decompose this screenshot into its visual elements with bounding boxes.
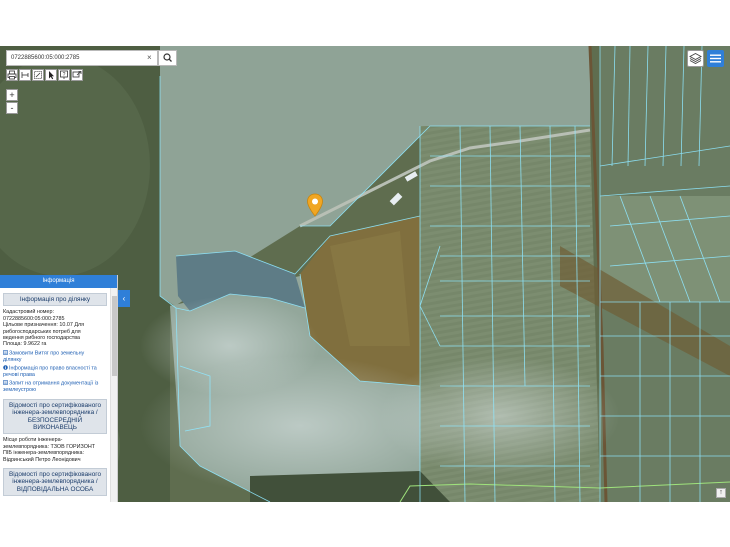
svg-text:?: ?	[63, 72, 66, 78]
ownership-info-line-1: Інформація про право власності та	[9, 365, 97, 372]
order-extract-line-2: ділянку	[3, 356, 22, 363]
search-button[interactable]	[158, 50, 177, 66]
section-engineer-executor: Відомості про сертифікованого інженера-з…	[3, 398, 107, 435]
ownership-info-link[interactable]: Інформація про право власності та речові …	[3, 365, 107, 378]
documentation-request-line-1: Запит на отримання документації із	[9, 380, 99, 387]
document-icon	[3, 350, 8, 355]
search-icon	[163, 53, 172, 62]
location-marker-icon[interactable]	[306, 193, 324, 217]
info-button[interactable]: ?	[58, 69, 70, 81]
measure-icon	[21, 72, 29, 78]
search-value: 0722885600:05:000:2785	[11, 55, 80, 61]
section2-line-1: Відомості про сертифікованого	[8, 401, 102, 409]
pointer-icon	[49, 71, 54, 80]
document-icon	[3, 380, 8, 386]
select-area-icon	[34, 71, 42, 79]
section-parcel-info: Інформація про ділянку	[3, 293, 107, 307]
select-area-button[interactable]	[32, 69, 44, 81]
menu-button[interactable]	[707, 50, 724, 67]
section3-line-3: ВІДПОВІДАЛЬНА ОСОБА	[16, 485, 94, 493]
panel-header: Інформація	[0, 275, 117, 288]
layers-icon	[689, 52, 702, 65]
panel-body: Інформація про ділянку Кадастровий номер…	[0, 288, 110, 502]
layers-button[interactable]	[687, 50, 704, 67]
share-icon	[72, 71, 82, 78]
section-engineer-responsible: Відомості про сертифікованого інженера-з…	[3, 468, 107, 497]
info-icon: ?	[60, 70, 68, 79]
info-panel: Інформація Інформація про ділянку Кадаст…	[0, 275, 118, 502]
order-extract-link[interactable]: Замовити Витяг про земельну ділянку	[3, 350, 107, 363]
share-button[interactable]	[71, 69, 83, 81]
print-icon	[7, 70, 17, 80]
pointer-button[interactable]	[45, 69, 57, 81]
scroll-top-button[interactable]: ↑	[716, 488, 726, 498]
panel-scrollbar[interactable]	[110, 288, 117, 502]
documentation-request-line-2: землеустрою	[3, 387, 37, 394]
measure-button[interactable]	[19, 69, 31, 81]
print-button[interactable]	[6, 69, 18, 81]
info-circle-icon	[3, 365, 8, 370]
documentation-request-link[interactable]: Запит на отримання документації із землеу…	[3, 380, 107, 393]
section2-line-3: БЕЗПОСЕРЕДНІЙ ВИКОНАВЕЦЬ	[27, 416, 83, 431]
hamburger-menu-icon	[710, 54, 721, 63]
section3-line-1: Відомості про сертифікованого	[8, 471, 102, 479]
section2-line-2: інженера-землевпорядника /	[12, 409, 98, 417]
area-value: Площа: 9.9622 га	[3, 341, 47, 348]
collapse-panel-button[interactable]: ‹	[118, 290, 130, 307]
engineer-name-line-2: Відринський Петро Леонідович	[3, 456, 81, 463]
scrollbar-thumb[interactable]	[112, 296, 117, 376]
zoom-out-button[interactable]: -	[6, 102, 18, 114]
section3-line-2: інженера-землевпорядника /	[12, 478, 98, 486]
ownership-info-line-2: речові права	[3, 372, 35, 379]
zoom-in-button[interactable]: +	[6, 89, 18, 101]
search-input[interactable]: 0722885600:05:000:2785	[6, 50, 158, 66]
map-toolbar: ?	[6, 69, 83, 81]
clear-search-button[interactable]: ×	[147, 53, 152, 63]
order-extract-line-1: Замовити Витяг про земельну	[9, 350, 85, 357]
